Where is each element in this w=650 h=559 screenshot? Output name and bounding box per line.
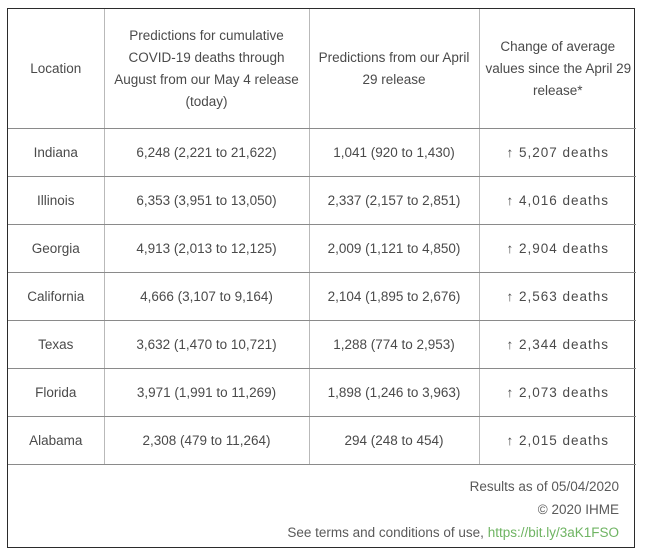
table-row: Indiana 6,248 (2,221 to 21,622) 1,041 (9… xyxy=(8,128,636,177)
cell-may4-prediction: 3,632 (1,470 to 10,721) xyxy=(104,320,310,369)
header-line: Location xyxy=(30,60,82,76)
header-row: Location Predictions for cumulative COVI… xyxy=(8,9,636,129)
header-line: 29 release xyxy=(362,71,426,87)
header-line: Predictions from our April xyxy=(318,49,470,65)
cell-april29-prediction: 294 (248 to 454) xyxy=(309,416,480,465)
cell-may4-prediction: 2,308 (479 to 11,264) xyxy=(104,416,310,465)
header-line: values since the April 29 xyxy=(485,60,632,76)
column-header-april29-predictions: Predictions from our April 29 release xyxy=(309,9,480,129)
cell-april29-prediction: 1,898 (1,246 to 3,963) xyxy=(309,368,480,417)
cell-location: Alabama xyxy=(8,416,105,465)
covid-projection-table: Location Predictions for cumulative COVI… xyxy=(8,9,636,465)
cell-may4-prediction: 4,913 (2,013 to 12,125) xyxy=(104,224,310,273)
header-line: COVID-19 deaths through xyxy=(128,49,285,65)
table-row: Illinois 6,353 (3,951 to 13,050) 2,337 (… xyxy=(8,176,636,225)
column-header-change-of-average: Change of average values since the April… xyxy=(479,9,636,129)
table-footer: Results as of 05/04/2020 © 2020 IHME See… xyxy=(16,465,625,546)
header-line: (today) xyxy=(185,93,228,109)
column-header-may4-predictions: Predictions for cumulative COVID-19 deat… xyxy=(104,9,310,129)
cell-change: ↑ 4,016 deaths xyxy=(479,176,636,225)
cell-location: Florida xyxy=(8,368,105,417)
cell-april29-prediction: 2,104 (1,895 to 2,676) xyxy=(309,272,480,321)
terms-and-conditions-line: See terms and conditions of use, https:/… xyxy=(16,521,619,544)
cell-location: California xyxy=(8,272,105,321)
cell-april29-prediction: 1,288 (774 to 2,953) xyxy=(309,320,480,369)
cell-change: ↑ 5,207 deaths xyxy=(479,128,636,177)
cell-april29-prediction: 1,041 (920 to 1,430) xyxy=(309,128,480,177)
copyright-text: © 2020 IHME xyxy=(537,502,619,517)
table-body: Indiana 6,248 (2,221 to 21,622) 1,041 (9… xyxy=(8,128,636,465)
cell-may4-prediction: 4,666 (3,107 to 9,164) xyxy=(104,272,310,321)
cell-change: ↑ 2,073 deaths xyxy=(479,368,636,417)
cell-change: ↑ 2,563 deaths xyxy=(479,272,636,321)
cell-may4-prediction: 6,353 (3,951 to 13,050) xyxy=(104,176,310,225)
cell-location: Georgia xyxy=(8,224,105,273)
cell-may4-prediction: 3,971 (1,991 to 11,269) xyxy=(104,368,310,417)
cell-location: Illinois xyxy=(8,176,105,225)
cell-location: Texas xyxy=(8,320,105,369)
cell-may4-prediction: 6,248 (2,221 to 21,622) xyxy=(104,128,310,177)
table-row: Texas 3,632 (1,470 to 10,721) 1,288 (774… xyxy=(8,320,636,369)
table-row: California 4,666 (3,107 to 9,164) 2,104 … xyxy=(8,272,636,321)
cell-change: ↑ 2,344 deaths xyxy=(479,320,636,369)
projection-table-frame: Location Predictions for cumulative COVI… xyxy=(7,8,636,548)
results-as-of-text: Results as of 05/04/2020 xyxy=(469,479,619,494)
cell-change: ↑ 2,904 deaths xyxy=(479,224,636,273)
header-line: August from our May 4 release xyxy=(114,71,299,87)
cell-april29-prediction: 2,009 (1,121 to 4,850) xyxy=(309,224,480,273)
table-header: Location Predictions for cumulative COVI… xyxy=(8,9,636,129)
table-row: Florida 3,971 (1,991 to 11,269) 1,898 (1… xyxy=(8,368,636,417)
ihme-projection-table-page: Location Predictions for cumulative COVI… xyxy=(0,0,650,559)
header-line: release* xyxy=(532,82,583,98)
table-row: Georgia 4,913 (2,013 to 12,125) 2,009 (1… xyxy=(8,224,636,273)
cell-april29-prediction: 2,337 (2,157 to 2,851) xyxy=(309,176,480,225)
terms-and-conditions-link[interactable]: https://bit.ly/3aK1FSO xyxy=(488,525,619,540)
header-line: Predictions for cumulative xyxy=(129,27,284,43)
cell-location: Indiana xyxy=(8,128,105,177)
header-line: Change of average xyxy=(500,38,616,54)
terms-prefix-text: See terms and conditions of use, xyxy=(287,525,488,540)
table-row: Alabama 2,308 (479 to 11,264) 294 (248 t… xyxy=(8,416,636,465)
cell-change: ↑ 2,015 deaths xyxy=(479,416,636,465)
column-header-location: Location xyxy=(8,9,105,129)
